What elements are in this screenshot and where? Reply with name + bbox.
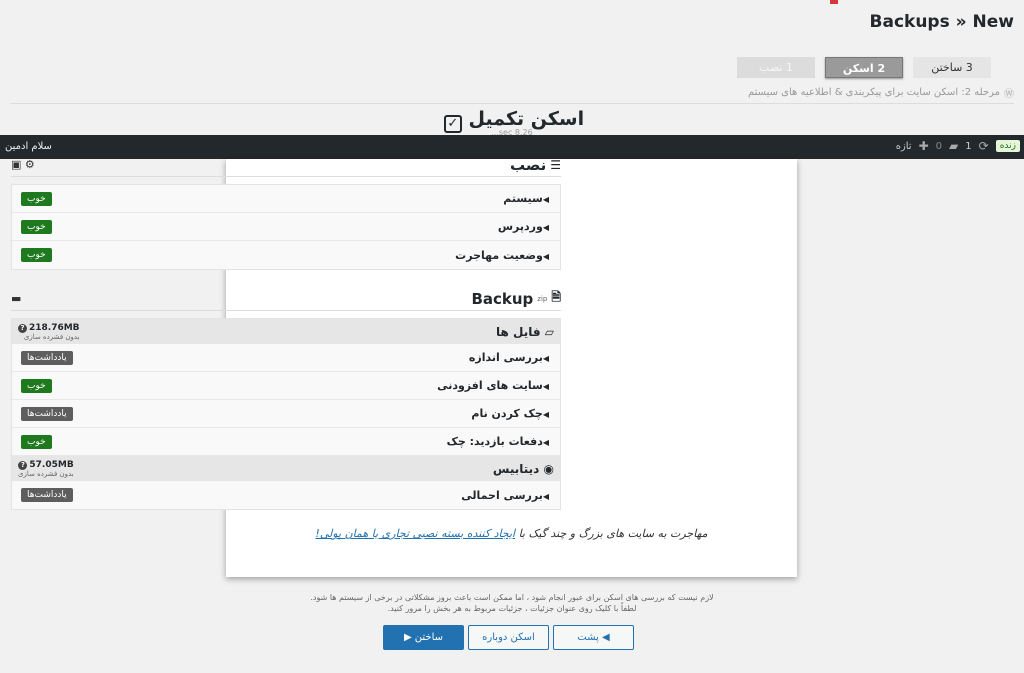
database-group-title: ◉ دیتابیس [493,462,554,476]
list-item[interactable]: یادداشت‌ها ◀چک کردن نام [12,400,560,428]
step-description-text: مرحله 2: اسکن سایت برای پیکربندی & اطلاع… [747,87,1000,98]
back-button[interactable]: ◀ پشت [553,625,634,650]
migrate-promo: مهاجرت به سایت های بزرگ و چند گیک با ایج… [226,527,797,540]
note-line-2: لطفاً با کلیک روی عنوان جزئیات ، جزئیات … [387,604,637,613]
file-zip-icon: 🗎 [551,290,561,304]
live-badge[interactable]: زنده [995,140,1020,152]
files-size: ? 218.76MB بدون فشرده سازی [18,323,80,341]
wizard-steps: 3 ساختن 2 اسکن 1 نصب [737,57,991,78]
list-item[interactable]: خوب ◀سیستم [12,185,560,213]
check-label[interactable]: ◀وردپرس [498,220,551,233]
caret-icon: ◀ [542,251,549,261]
step-description: Ⓦ مرحله 2: اسکن سایت برای پیکربندی & اطل… [748,85,1014,100]
caret-icon: ◀ [542,382,549,391]
install-section-header: ▣ ⚙ ☰ نصب [11,153,561,177]
check-label-text: سایت های افزودنی [437,379,543,392]
page-title: Backups » New [869,12,1014,32]
files-size-note: بدون فشرده سازی [23,332,80,341]
list-item[interactable]: خوب ◀دفعات بازدید: چک [12,428,560,456]
caret-icon: ◀ [542,223,549,232]
backup-section-header: ▬ 🗎 zip Backup [11,287,561,311]
check-label[interactable]: ◀چک کردن نام [471,407,551,420]
migrate-text: مهاجرت به سایت های بزرگ و چند گیک با [518,527,708,540]
check-label-text: بررسی احمالی [461,488,543,502]
files-size-value: 218.76MB [29,322,80,333]
step-install: 1 نصب [737,57,815,78]
check-label[interactable]: ◀بررسی اندازه [469,351,551,364]
step-scan[interactable]: 2 اسکن [825,57,903,78]
check-label-text: بررسی اندازه [468,351,543,364]
server-icon: ▣ ⚙ [11,158,35,171]
caret-icon: ◀ [542,195,549,204]
backup-section-title[interactable]: 🗎 zip Backup [471,288,561,309]
admin-bar-items: زنده ⟳ 1 ▰ 0 ✚ تازه [896,139,1020,153]
check-label[interactable]: ◀وضعیت مهاجرت [455,249,551,262]
status-badge: یادداشت‌ها [21,488,73,502]
divider [10,103,1014,104]
install-checks: خوب ◀سیستم خوب ◀وردپرس خوب ◀وضعیت مهاجرت [11,184,561,270]
files-group-title: ▱ فایل ها [496,325,554,339]
rescan-button[interactable]: اسکن دوباره [468,625,549,650]
scan-title-text: اسکن تکمیل [468,108,585,130]
check-label-text: دفعات بازدید: چک [446,435,543,448]
admin-user-greeting[interactable]: سلام ادمین [5,141,52,152]
caret-icon: ◀ [542,410,549,419]
help-icon[interactable]: ? [18,460,28,470]
database-size: ? 57.05MB بدون فشرده سازی [18,460,74,478]
files-group-header[interactable]: ? 218.76MB بدون فشرده سازی ▱ فایل ها [12,319,560,344]
status-badge: یادداشت‌ها [21,406,73,421]
install-section-title-text: نصب [509,155,547,174]
check-label-text: وردپرس [497,220,543,233]
check-label[interactable]: ◀دفعات بازدید: چک [447,435,551,448]
backup-checks: ? 218.76MB بدون فشرده سازی ▱ فایل ها یادد… [11,318,561,510]
status-badge: خوب [21,219,52,234]
help-icon[interactable]: ? [18,323,27,333]
check-label-text: وضعیت مهاجرت [455,248,543,262]
zip-tag: zip [537,294,548,303]
database-icon: ◉ [543,461,554,476]
backup-section-title-text: Backup [471,289,534,308]
check-label-text: سیستم [503,192,543,205]
database-size-note: بدون فشرده سازی [18,469,74,478]
files-group-name: فایل ها [495,324,541,339]
folder-open-icon: ▱ [544,324,554,339]
top-accent [830,0,838,4]
check-label[interactable]: ◀سایت های افزودنی [437,379,551,392]
list-item[interactable]: یادداشت‌ها ◀بررسی اندازه [12,344,560,372]
wordpress-icon: Ⓦ [1004,89,1014,100]
database-group-header[interactable]: ? 57.05MB بدون فشرده سازی ◉ دیتابیس [12,456,560,481]
action-buttons: ساختن ▶ اسکن دوباره ◀ پشت [383,625,634,650]
comments-count[interactable]: 0 [936,141,942,152]
note-line-1: لازم نیست که بررسی های اسکن برای عبور ان… [310,593,714,602]
archive-icon: ▬ [11,292,22,305]
status-badge: خوب [21,378,52,393]
list-item[interactable]: خوب ◀سایت های افزودنی [12,372,560,400]
status-badge: خوب [21,434,52,449]
list-item[interactable]: خوب ◀وضعیت مهاجرت [12,241,560,269]
status-badge: خوب [21,191,52,206]
scan-notes: لازم نیست که بررسی های اسکن برای عبور ان… [0,592,1024,614]
install-section-title[interactable]: ☰ نصب [510,156,561,174]
list-item[interactable]: خوب ◀وردپرس [12,213,560,241]
check-label[interactable]: ◀بررسی احمالی [461,489,551,502]
comments-icon[interactable]: ▰ [949,139,958,153]
database-group-name: دیتابیس [492,461,540,476]
updates-count[interactable]: 1 [965,141,971,152]
status-badge: یادداشت‌ها [21,350,73,365]
check-label[interactable]: ◀سیستم [503,192,551,205]
check-label-text: چک کردن نام [471,407,543,420]
caret-icon: ◀ [542,354,549,363]
new-content-link[interactable]: تازه [896,141,912,152]
database-size-value: 57.05MB [29,459,74,470]
list-item[interactable]: یادداشت‌ها ◀بررسی احمالی [12,481,560,509]
list-check-icon: ☰ [550,157,561,172]
updates-icon[interactable]: ⟳ [979,139,989,153]
pro-installer-link[interactable]: ایجاد کننده بسته نصبی تجاری یا همان پولی… [315,527,515,540]
build-button[interactable]: ساختن ▶ [383,625,464,650]
status-badge: خوب [21,248,52,262]
caret-icon: ◀ [542,491,549,501]
plus-icon[interactable]: ✚ [919,139,929,153]
step-build[interactable]: 3 ساختن [913,57,991,78]
caret-icon: ◀ [542,438,549,447]
